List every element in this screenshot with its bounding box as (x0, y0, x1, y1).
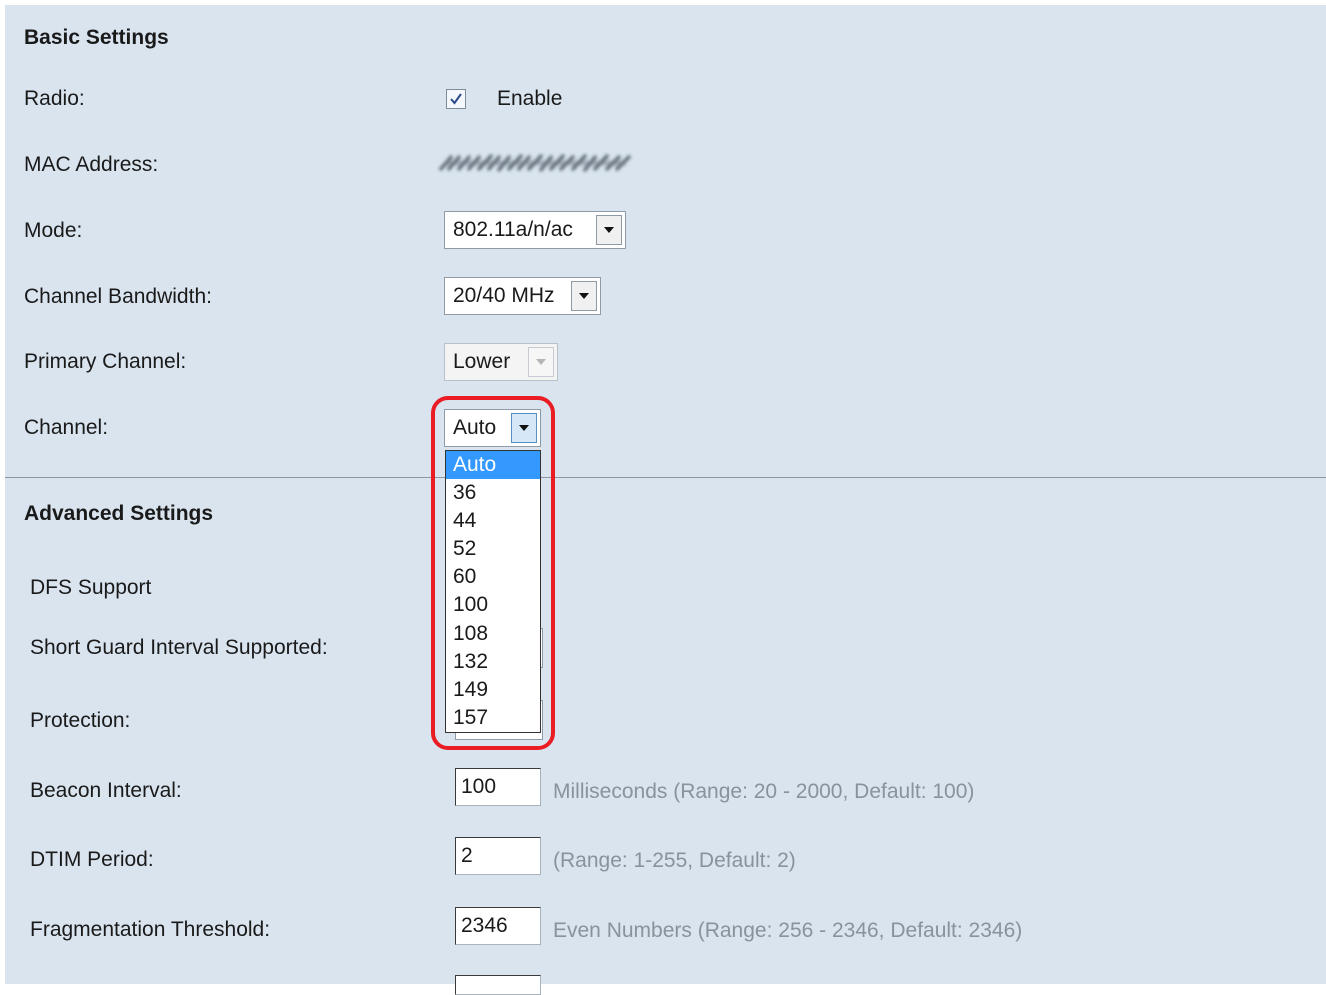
section-divider (5, 477, 1326, 478)
channel-bandwidth-select-value: 20/40 MHz (453, 284, 555, 307)
fragmentation-threshold-label: Fragmentation Threshold: (30, 918, 271, 941)
basic-settings-title: Basic Settings (24, 26, 169, 49)
channel-bandwidth-label: Channel Bandwidth: (24, 285, 212, 308)
next-field-input[interactable] (455, 975, 541, 995)
chevron-down-icon[interactable] (571, 281, 597, 311)
advanced-settings-title: Advanced Settings (24, 502, 214, 525)
settings-panel (5, 5, 1326, 984)
beacon-interval-label: Beacon Interval: (30, 779, 182, 802)
primary-channel-label: Primary Channel: (24, 350, 187, 373)
checkmark-icon (450, 93, 462, 105)
fragmentation-threshold-input[interactable]: 2346 (455, 907, 541, 945)
channel-highlight-outline (431, 396, 555, 750)
radio-enable-checkbox[interactable] (446, 89, 466, 109)
primary-channel-select: Lower (444, 343, 558, 381)
radio-enable-label: Enable (497, 87, 563, 110)
dfs-support-label: DFS Support (30, 576, 152, 599)
primary-channel-select-value: Lower (453, 350, 511, 373)
beacon-interval-input[interactable]: 100 (455, 768, 541, 806)
radio-label: Radio: (24, 87, 85, 110)
channel-bandwidth-select[interactable]: 20/40 MHz (444, 277, 601, 315)
mac-address-label: MAC Address: (24, 153, 159, 176)
channel-label: Channel: (24, 416, 109, 439)
dtim-period-hint: (Range: 1-255, Default: 2) (553, 849, 796, 872)
dtim-period-label: DTIM Period: (30, 848, 154, 871)
mac-address-redacted (438, 153, 632, 172)
protection-label: Protection: (30, 709, 131, 732)
chevron-down-icon (528, 347, 554, 377)
mode-select-value: 802.11a/n/ac (453, 218, 573, 241)
fragmentation-threshold-hint: Even Numbers (Range: 256 - 2346, Default… (553, 919, 1023, 942)
beacon-interval-hint: Milliseconds (Range: 20 - 2000, Default:… (553, 780, 975, 803)
mode-label: Mode: (24, 219, 83, 242)
mode-select[interactable]: 802.11a/n/ac (444, 211, 626, 249)
chevron-down-icon[interactable] (596, 215, 622, 245)
short-guard-interval-label: Short Guard Interval Supported: (30, 636, 328, 659)
dtim-period-input[interactable]: 2 (455, 837, 541, 875)
